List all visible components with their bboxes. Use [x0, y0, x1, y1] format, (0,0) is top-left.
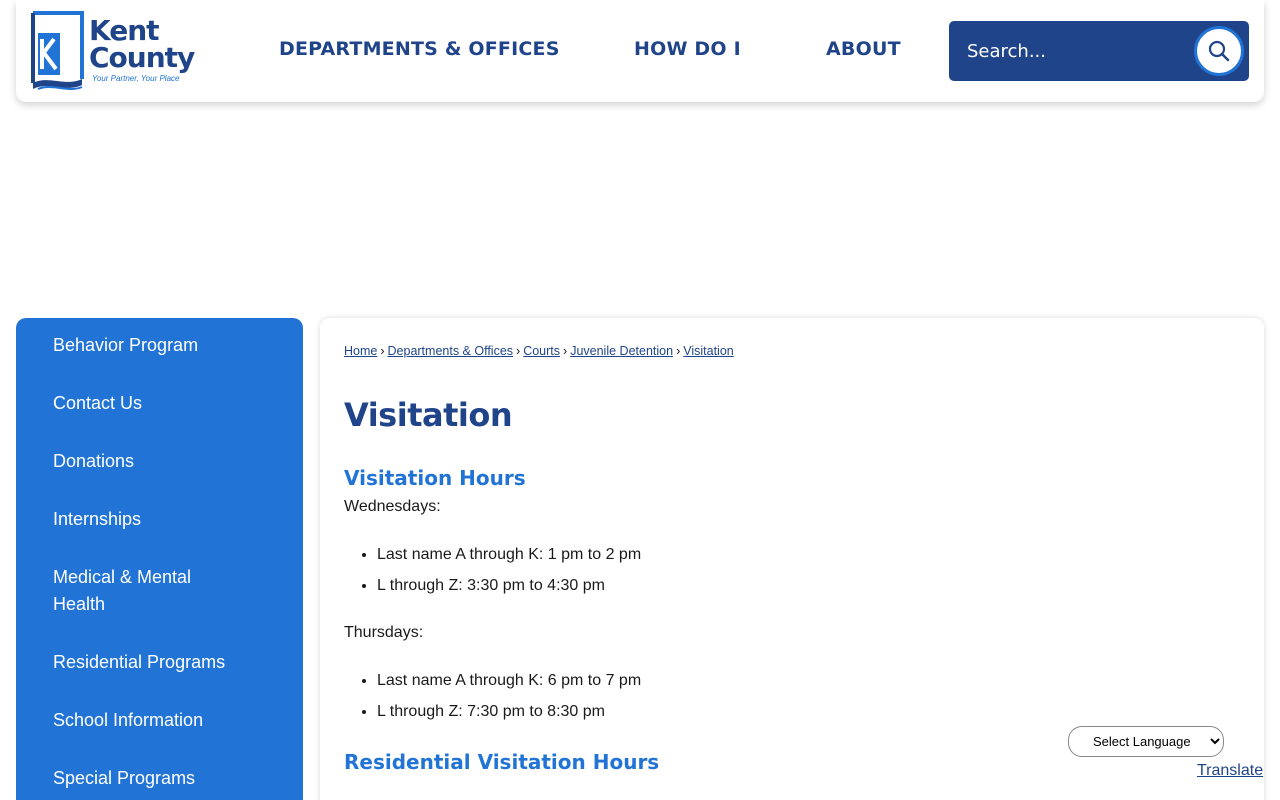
sidebar-item-internships[interactable]: Internships: [53, 506, 253, 533]
sidebar-item-school-information[interactable]: School Information: [53, 707, 253, 734]
wednesday-hours-list: Last name A through K: 1 pm to 2 pm L th…: [377, 544, 641, 606]
section-heading-residential-visitation-hours: Residential Visitation Hours: [344, 750, 660, 774]
logo-tagline: Your Partner, Your Place: [92, 74, 180, 83]
list-item: L through Z: 7:30 pm to 8:30 pm: [377, 701, 641, 732]
breadcrumb-courts[interactable]: Courts: [523, 344, 560, 358]
section-heading-visitation-hours: Visitation Hours: [344, 466, 526, 490]
nav-departments-offices[interactable]: DEPARTMENTS & OFFICES: [279, 38, 560, 60]
breadcrumb-departments-offices[interactable]: Departments & Offices: [388, 344, 514, 358]
search-icon: [1208, 40, 1230, 62]
site-header: Kent County Your Partner, Your Place DEP…: [16, 0, 1264, 102]
nav-how-do-i[interactable]: HOW DO I: [634, 38, 741, 60]
logo-wordmark: Kent County: [89, 14, 195, 74]
logo-line-2: County: [89, 41, 195, 74]
list-item: L through Z: 3:30 pm to 4:30 pm: [377, 575, 641, 606]
breadcrumb-visitation[interactable]: Visitation: [683, 344, 734, 358]
sidebar-item-medical-mental-health[interactable]: Medical & Mental Health: [53, 564, 213, 618]
sidebar-item-contact-us[interactable]: Contact Us: [53, 390, 253, 417]
list-item: Last name A through K: 1 pm to 2 pm: [377, 544, 641, 575]
page-title: Visitation: [344, 396, 513, 434]
breadcrumb-juvenile-detention[interactable]: Juvenile Detention: [570, 344, 673, 358]
kent-county-logo-mark-icon: [31, 11, 84, 90]
breadcrumb-home[interactable]: Home: [344, 344, 377, 358]
breadcrumb: Home › Departments & Offices › Courts › Juveni…: [344, 344, 734, 358]
sidebar-item-behavior-program[interactable]: Behavior Program: [53, 332, 253, 359]
nav-about[interactable]: ABOUT: [826, 38, 901, 60]
sidebar-item-residential-programs[interactable]: Residential Programs: [53, 649, 253, 676]
sidebar-nav: Behavior Program Contact Us Donations In…: [16, 318, 303, 800]
translate-link[interactable]: Translate: [1197, 762, 1263, 780]
thursday-hours-list: Last name A through K: 6 pm to 7 pm L th…: [377, 670, 641, 732]
search-bar: [949, 21, 1249, 81]
day-label-thursdays: Thursdays:: [344, 624, 424, 641]
day-label-wednesdays: Wednesdays:: [344, 498, 441, 515]
sidebar-item-donations[interactable]: Donations: [53, 448, 253, 475]
select-language-dropdown[interactable]: Select Language: [1068, 726, 1224, 757]
sidebar-item-special-programs[interactable]: Special Programs: [53, 765, 253, 792]
list-item: Last name A through K: 6 pm to 7 pm: [377, 670, 641, 701]
search-input[interactable]: [957, 31, 1187, 71]
logo-line-1: Kent: [89, 14, 160, 47]
kent-county-logo[interactable]: Kent County Your Partner, Your Place: [30, 11, 212, 91]
search-button[interactable]: [1194, 26, 1244, 76]
